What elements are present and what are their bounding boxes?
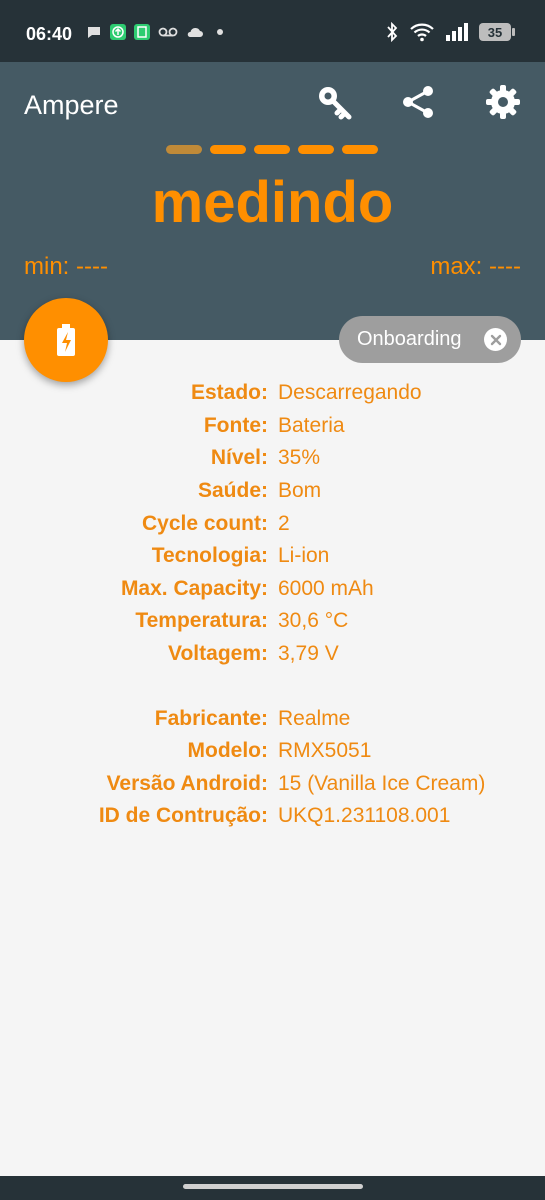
key-icon[interactable] — [314, 82, 354, 122]
info-value: 2 — [278, 511, 290, 535]
info-row-estado: Estado: Descarregando — [0, 377, 545, 410]
info-label: Cycle count: — [141, 511, 268, 535]
system-icons: 35 — [385, 22, 515, 42]
info-value: 3,79 V — [278, 642, 339, 666]
info-row-fabricante: Fabricante: Realme — [0, 702, 545, 735]
info-row-nivel: Nível: 35% — [0, 442, 545, 475]
share-icon[interactable] — [399, 82, 439, 122]
upload-app-icon — [110, 24, 126, 40]
info-value: 35% — [278, 446, 321, 470]
info-row-versao-android: Versão Android: 15 (Vanilla Ice Cream) — [0, 768, 545, 801]
onboarding-chip[interactable]: Onboarding — [339, 316, 521, 363]
app-header: Ampere medindo min: ---- max: ---- — [0, 62, 545, 340]
bluetooth-icon — [387, 22, 398, 42]
info-row-fonte: Fonte: Bateria — [0, 410, 545, 443]
info-label: Estado: — [190, 381, 268, 405]
info-value: 6000 mAh — [278, 576, 374, 600]
indicator-dash — [254, 145, 290, 154]
info-label: Fonte: — [203, 413, 268, 437]
info-label: Voltagem: — [168, 642, 268, 666]
measurement-indicator — [166, 145, 378, 154]
info-row-modelo: Modelo: RMX5051 — [0, 735, 545, 768]
gesture-handle[interactable] — [183, 1184, 363, 1189]
indicator-dash — [342, 145, 378, 154]
battery-charging-icon — [57, 324, 75, 356]
save-app-icon — [134, 24, 150, 40]
wifi-icon — [410, 23, 434, 42]
info-value: 30,6 °C — [278, 609, 349, 633]
info-value: Bom — [278, 479, 322, 503]
indicator-dash — [166, 145, 202, 154]
battery-fab-button[interactable] — [24, 298, 108, 382]
info-row-saude: Saúde: Bom — [0, 475, 545, 508]
cloud-icon — [187, 27, 203, 37]
info-label: Tecnologia: — [151, 544, 268, 568]
close-icon[interactable] — [484, 328, 507, 351]
info-value: Realme — [278, 706, 351, 730]
measurement-status: medindo — [151, 170, 394, 235]
voicemail-icon — [158, 27, 178, 37]
status-time: 06:40 — [26, 24, 73, 44]
info-label: Modelo: — [187, 739, 268, 763]
info-value: 15 (Vanilla Ice Cream) — [278, 771, 486, 795]
info-list: Estado: Descarregando Fonte: Bateria Nível… — [0, 377, 545, 833]
info-value: Li-ion — [278, 544, 330, 568]
indicator-dash — [210, 145, 246, 154]
info-label: ID de Contrução: — [98, 804, 268, 828]
min-value: min: ---- — [24, 253, 108, 280]
onboarding-chip-label: Onboarding — [357, 328, 462, 350]
signal-icon — [446, 23, 468, 41]
info-row-build-id: ID de Contrução: UKQ1.231108.001 — [0, 800, 545, 833]
info-row-max-capacity: Max. Capacity: 6000 mAh — [0, 573, 545, 606]
battery-icon: 35 — [479, 23, 515, 41]
info-value: Descarregando — [278, 381, 422, 405]
navigation-bar — [0, 1176, 545, 1200]
settings-icon[interactable] — [483, 82, 523, 122]
info-value: UKQ1.231108.001 — [278, 804, 451, 828]
notification-icons — [86, 24, 228, 40]
info-label: Max. Capacity: — [120, 576, 268, 600]
status-bar: 06:40 35 — [0, 0, 545, 62]
info-row-temperatura: Temperatura: 30,6 °C — [0, 605, 545, 638]
info-label: Temperatura: — [135, 609, 268, 633]
info-label: Fabricante: — [154, 706, 268, 730]
info-row-cycle-count: Cycle count: 2 — [0, 507, 545, 540]
info-label: Nível: — [210, 446, 268, 470]
indicator-dash — [298, 145, 334, 154]
battery-level: 35 — [487, 24, 503, 40]
info-label: Versão Android: — [106, 771, 268, 795]
info-row-tecnologia: Tecnologia: Li-ion — [0, 540, 545, 573]
info-row-voltagem: Voltagem: 3,79 V — [0, 638, 545, 671]
chat-icon — [88, 27, 100, 38]
app-title: Ampere — [24, 90, 119, 120]
info-value: Bateria — [278, 413, 345, 437]
max-value: max: ---- — [430, 253, 521, 280]
info-value: RMX5051 — [278, 739, 372, 763]
dot-icon — [217, 29, 223, 35]
info-label: Saúde: — [197, 479, 268, 503]
